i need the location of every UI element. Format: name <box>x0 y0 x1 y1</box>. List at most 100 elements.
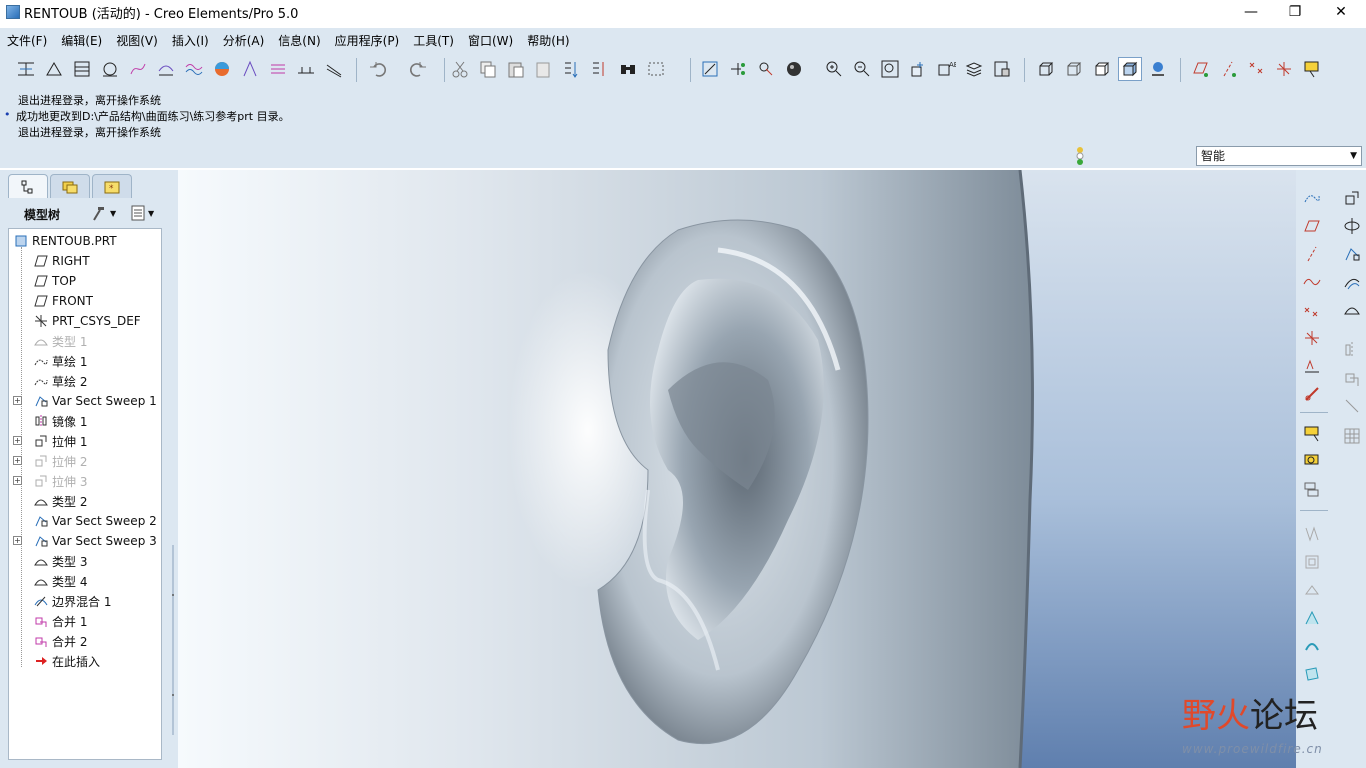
saved-views-icon[interactable]: AB <box>934 57 958 81</box>
offset-tool-icon[interactable] <box>1300 522 1324 546</box>
curve-analysis-icon[interactable] <box>126 57 150 81</box>
menu-view[interactable]: 视图(V) <box>109 32 165 49</box>
tab-folder-browser[interactable] <box>50 174 90 198</box>
select-box-icon[interactable] <box>644 57 668 81</box>
undo-icon[interactable] <box>366 57 390 81</box>
draft-analysis-icon[interactable] <box>238 57 262 81</box>
tree-node[interactable]: 边界混合 1 <box>33 591 111 611</box>
freestyle-tool-icon[interactable] <box>1300 634 1324 658</box>
offset-analysis-icon[interactable] <box>322 57 346 81</box>
tree-node[interactable]: 拉伸 1 <box>33 431 87 451</box>
find-icon[interactable] <box>616 57 640 81</box>
copy-icon[interactable] <box>476 57 500 81</box>
pattern-tool-icon[interactable] <box>1340 424 1364 448</box>
menu-info[interactable]: 信息(N) <box>271 32 327 49</box>
refit-icon[interactable] <box>878 57 902 81</box>
zoom-in-icon[interactable] <box>822 57 846 81</box>
tree-node[interactable]: RENTOUB.PRT <box>13 231 117 251</box>
axis-display-icon[interactable] <box>1216 57 1240 81</box>
datum-axis-tool-icon[interactable] <box>1300 242 1324 266</box>
tree-expander[interactable]: + <box>13 396 22 405</box>
close-button[interactable]: ✕ <box>1318 0 1364 24</box>
cut-icon[interactable] <box>448 57 472 81</box>
tree-node[interactable]: 类型 4 <box>33 571 87 591</box>
datum-plane-tool-icon[interactable] <box>1300 214 1324 238</box>
tree-node[interactable]: 合并 2 <box>33 631 87 651</box>
mirror-tool-icon[interactable] <box>1340 338 1364 362</box>
tree-node[interactable]: TOP <box>33 271 76 291</box>
tree-node[interactable]: Var Sect Sweep 3 <box>33 531 157 551</box>
menu-help[interactable]: 帮助(H) <box>520 32 576 49</box>
redo-icon[interactable] <box>406 57 430 81</box>
tree-expander[interactable]: + <box>13 476 22 485</box>
tree-node[interactable]: 类型 1 <box>33 331 87 351</box>
wireframe-icon[interactable] <box>1034 57 1058 81</box>
plane-display-icon[interactable] <box>1188 57 1212 81</box>
analysis-area-icon[interactable] <box>42 57 66 81</box>
tab-model-tree[interactable] <box>8 174 48 198</box>
sketch-view-icon[interactable] <box>698 57 722 81</box>
selection-filter-dropdown[interactable]: 智能 ▼ <box>1196 146 1362 166</box>
minimize-button[interactable]: — <box>1228 0 1274 24</box>
reorient-icon[interactable] <box>906 57 930 81</box>
datum-curve-tool-icon[interactable] <box>1300 270 1324 294</box>
tree-settings-button[interactable]: ▼ <box>90 204 116 222</box>
merge-tool-icon[interactable] <box>1340 366 1364 390</box>
tree-node[interactable]: 在此插入 <box>33 651 100 671</box>
tree-node[interactable]: 合并 1 <box>33 611 87 631</box>
datum-point-tool-icon[interactable] <box>1300 298 1324 322</box>
tree-node[interactable]: Var Sect Sweep 1 <box>33 391 157 411</box>
tree-node[interactable]: 草绘 2 <box>33 371 87 391</box>
tree-node[interactable]: 类型 2 <box>33 491 87 511</box>
analysis-distance-icon[interactable] <box>14 57 38 81</box>
layers-icon[interactable] <box>962 57 986 81</box>
analysis-tool-icon[interactable] <box>1300 354 1324 378</box>
style-tool-icon[interactable] <box>1300 606 1324 630</box>
tree-node[interactable]: 草绘 1 <box>33 351 87 371</box>
revolve-tool-icon[interactable] <box>1340 214 1364 238</box>
annotation-display-icon[interactable] <box>1300 57 1324 81</box>
sketch-tool-icon[interactable] <box>1300 186 1324 210</box>
hidden-line-icon[interactable] <box>1062 57 1086 81</box>
regen-manager-icon[interactable] <box>588 57 612 81</box>
shaded-mode-icon[interactable] <box>1118 57 1142 81</box>
menu-file[interactable]: 文件(F) <box>0 32 54 49</box>
menu-applications[interactable]: 应用程序(P) <box>328 32 407 49</box>
regenerate-icon[interactable] <box>560 57 584 81</box>
view-manager-icon[interactable] <box>990 57 1014 81</box>
graphics-viewport[interactable] <box>178 170 1296 768</box>
reference-tool-icon[interactable] <box>1300 382 1324 406</box>
tree-node[interactable]: 镜像 1 <box>33 411 87 431</box>
tree-node[interactable]: RIGHT <box>33 251 90 271</box>
slope-icon[interactable] <box>266 57 290 81</box>
datum-csys-tool-icon[interactable] <box>1300 326 1324 350</box>
zoom-out-icon[interactable] <box>850 57 874 81</box>
paste-special-icon[interactable] <box>532 57 556 81</box>
paste-icon[interactable] <box>504 57 528 81</box>
solidify-tool-icon[interactable] <box>1300 578 1324 602</box>
analysis-mass-icon[interactable] <box>98 57 122 81</box>
enhanced-realism-icon[interactable] <box>1146 57 1170 81</box>
maximize-button[interactable]: ❐ <box>1272 0 1318 24</box>
no-hidden-icon[interactable] <box>1090 57 1114 81</box>
tree-node[interactable]: FRONT <box>33 291 93 311</box>
shading-icon[interactable] <box>782 57 806 81</box>
tree-node[interactable]: PRT_CSYS_DEF <box>33 311 141 331</box>
shading-analysis-icon[interactable] <box>210 57 234 81</box>
surface-analysis-icon[interactable] <box>154 57 178 81</box>
extrude-tool-icon[interactable] <box>1340 186 1364 210</box>
tree-node[interactable]: 拉伸 3 <box>33 471 87 491</box>
dimension-icon[interactable] <box>294 57 318 81</box>
datum-display-icon[interactable] <box>726 57 750 81</box>
tree-node[interactable]: 类型 3 <box>33 551 87 571</box>
view-note-icon[interactable] <box>1300 450 1324 474</box>
analysis-table-icon[interactable] <box>70 57 94 81</box>
point-display-icon[interactable] <box>1244 57 1268 81</box>
csys-display-icon[interactable] <box>1272 57 1296 81</box>
datum-axes-icon[interactable] <box>754 57 778 81</box>
tree-node[interactable]: 拉伸 2 <box>33 451 87 471</box>
tree-display-button[interactable]: ▼ <box>130 204 154 222</box>
tree-expander[interactable]: + <box>13 436 22 445</box>
menu-tools[interactable]: 工具(T) <box>406 32 461 49</box>
layer-note-icon[interactable] <box>1300 478 1324 502</box>
